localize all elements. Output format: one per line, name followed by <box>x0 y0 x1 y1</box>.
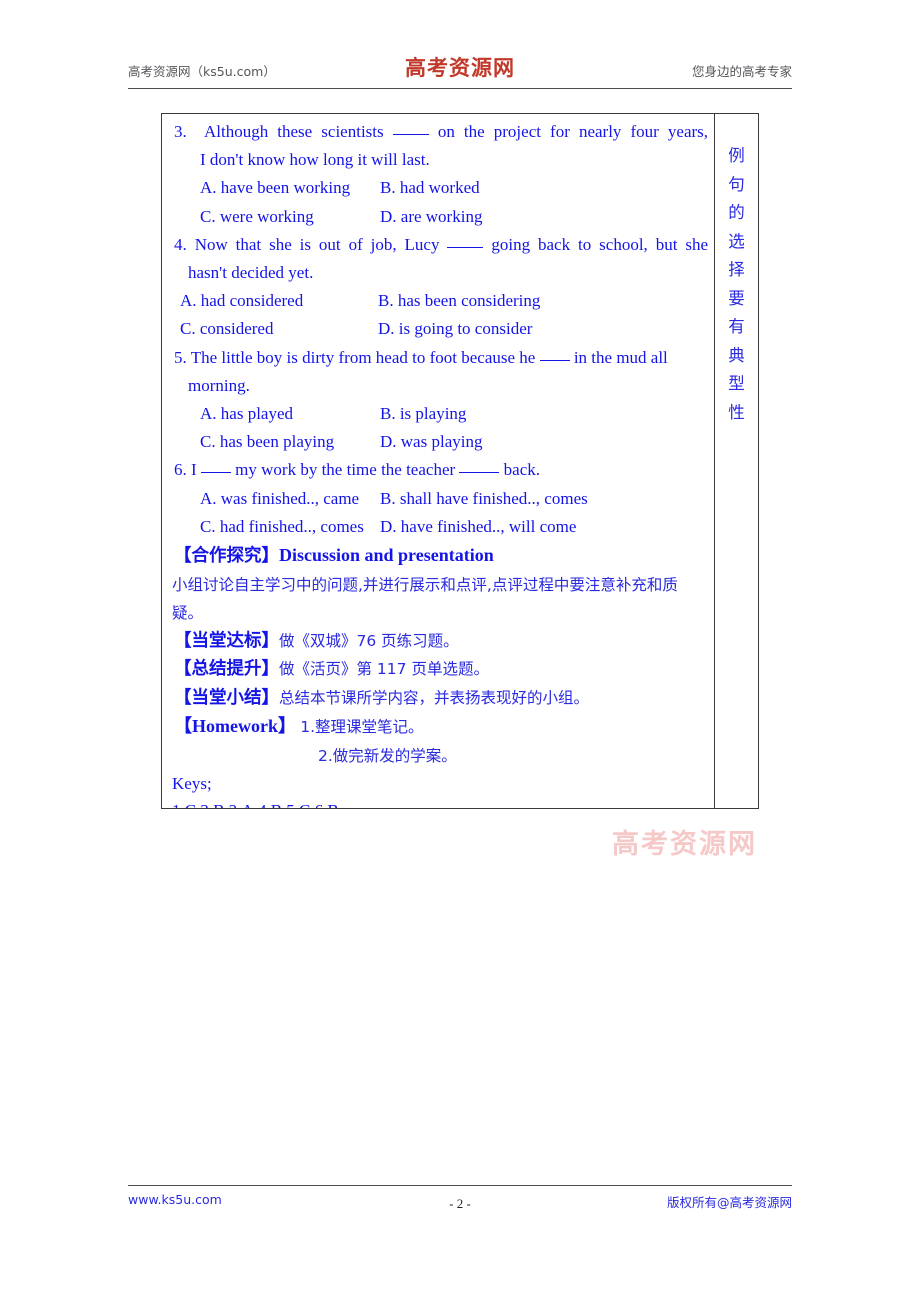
page-watermark: 高考资源网 <box>612 829 757 860</box>
question-3-blank <box>392 134 429 135</box>
question-3-stem-after: on the project for nearly four years, <box>437 122 709 141</box>
question-6-blank-1 <box>200 472 231 474</box>
section-discussion-title: Discussion and presentation <box>279 545 494 566</box>
section-summary-improve-body: 做《活页》第 117 页单选题。 <box>279 660 489 679</box>
question-3-option-c[interactable]: C. were working <box>168 203 380 231</box>
section-practice-tag: 【当堂达标】 <box>174 630 279 651</box>
section-practice: 【当堂达标】做《双城》76 页练习题。 <box>168 627 708 656</box>
section-discussion-tag: 【合作探究】 <box>174 546 279 567</box>
question-4-number: 4. <box>174 234 187 254</box>
section-class-summary-tag: 【当堂小结】 <box>174 687 279 708</box>
section-homework: 【Homework】 1.整理课堂笔记。 <box>168 712 708 742</box>
side-note-char-4: 选 <box>728 231 745 251</box>
worksheet-table: 3. Although these scientists on the proj… <box>161 113 759 809</box>
question-3-stem-before: Although these scientists <box>203 122 384 141</box>
side-note-char-1: 例 <box>728 146 745 165</box>
question-4-options-row-2: C. considered D. is going to consider <box>168 315 708 343</box>
side-note-char-3: 的 <box>728 203 745 222</box>
question-5-option-b[interactable]: B. is playing <box>380 400 466 428</box>
question-4-blank <box>447 246 484 248</box>
question-6-stem-before: I <box>191 460 197 480</box>
question-3: 3. Although these scientists on the proj… <box>168 118 708 231</box>
question-5-stem-before: The little boy is dirty from head to foo… <box>190 347 536 367</box>
question-5: 5. The little boy is dirty from head to … <box>168 344 708 457</box>
question-5-number: 5. <box>174 347 187 367</box>
question-6-number: 6. <box>174 460 187 480</box>
footer-page-number: - 2 - <box>449 1196 471 1211</box>
question-4: 4. Now that she is out of job, Lucy goin… <box>168 231 708 344</box>
question-6-options-row-2: C. had finished.., comes D. have finishe… <box>168 513 708 541</box>
question-6-option-a[interactable]: A. was finished.., came <box>168 485 380 513</box>
question-5-option-d[interactable]: D. was playing <box>380 428 482 456</box>
section-discussion-heading: 【合作探究】Discussion and presentation <box>168 541 708 571</box>
homework-item-1: 1.整理课堂笔记。 <box>300 718 424 737</box>
footer-divider <box>128 1185 792 1186</box>
question-3-stem-line2: I don't know how long it will last. <box>200 150 430 170</box>
question-3-option-d[interactable]: D. are working <box>380 203 482 231</box>
question-6-blank-2 <box>459 472 500 474</box>
question-6-option-b[interactable]: B. shall have finished.., comes <box>380 485 588 513</box>
header-logo: 高考资源网 <box>405 56 515 80</box>
section-summary-improve: 【总结提升】做《活页》第 117 页单选题。 <box>168 655 708 684</box>
question-3-option-a[interactable]: A. have been working <box>168 174 380 202</box>
section-class-summary: 【当堂小结】总结本节课所学内容，并表扬表现好的小组。 <box>168 684 708 713</box>
keys-label: Keys; <box>172 774 212 794</box>
side-note-char-8: 典 <box>728 345 745 365</box>
worksheet-side-note-column: 例 句 的 选 择 要 有 典 型 性 <box>715 114 758 808</box>
question-6: 6. I my work by the time the teacher bac… <box>168 456 708 541</box>
question-5-options-row-2: C. has been playing D. was playing <box>168 428 708 456</box>
question-4-option-a[interactable]: A. had considered <box>168 287 378 315</box>
question-5-blank <box>539 359 570 361</box>
question-4-stem-before: Now that she is out of job, Lucy <box>194 234 440 254</box>
question-3-options-row-2: C. were working D. are working <box>168 203 708 231</box>
question-4-stem-line2: hasn't decided yet. <box>188 263 314 283</box>
side-note-char-9: 型 <box>728 374 745 393</box>
question-5-options-row-1: A. has played B. is playing <box>168 400 708 428</box>
question-6-options-row-1: A. was finished.., came B. shall have fi… <box>168 485 708 513</box>
section-summary-improve-tag: 【总结提升】 <box>174 659 279 680</box>
question-5-stem-after: in the mud all <box>573 347 668 367</box>
question-6-stem-line1: 6. I my work by the time the teacher bac… <box>168 456 708 484</box>
question-4-stem-after: going back to school, but she <box>491 234 709 254</box>
header-site-name: 高考资源网（ks5u.com） <box>128 64 276 79</box>
side-note-char-2: 句 <box>728 174 745 194</box>
question-3-stem-line1: 3. Although these scientists on the proj… <box>168 118 708 146</box>
page-footer: www.ks5u.com - 2 - 版权所有@高考资源网 <box>128 1190 792 1216</box>
question-6-stem-after: back. <box>503 460 540 480</box>
question-4-option-b[interactable]: B. has been considering <box>378 287 540 315</box>
header-slogan: 您身边的高考专家 <box>691 64 792 79</box>
side-note-char-10: 性 <box>728 402 745 422</box>
homework-item-2: 2.做完新发的学案。 <box>318 746 457 765</box>
question-6-stem-mid: my work by the time the teacher <box>235 460 456 480</box>
page-header: 高考资源网（ks5u.com） 高考资源网 您身边的高考专家 <box>128 55 792 95</box>
question-5-stem-line2: morning. <box>188 375 250 395</box>
section-homework-tag: 【Homework】 <box>174 716 296 737</box>
question-4-option-c[interactable]: C. considered <box>168 315 378 343</box>
keys-answers: 1.C.2.B.3.A.4.B.5.C.6.B. <box>168 797 708 808</box>
question-5-option-c[interactable]: C. has been playing <box>168 428 380 456</box>
question-5-stem-line1: 5. The little boy is dirty from head to … <box>168 344 708 372</box>
section-practice-body: 做《双城》76 页练习题。 <box>279 631 459 650</box>
side-note-char-5: 择 <box>728 260 745 279</box>
worksheet-main-column: 3. Although these scientists on the proj… <box>162 114 715 808</box>
question-6-option-c[interactable]: C. had finished.., comes <box>168 513 380 541</box>
section-discussion-body: 小组讨论自主学习中的问题,并进行展示和点评,点评过程中要注意补充和质疑。 <box>172 575 678 622</box>
question-4-option-d[interactable]: D. is going to consider <box>378 315 532 343</box>
question-5-option-a[interactable]: A. has played <box>168 400 380 428</box>
footer-copyright: 版权所有@高考资源网 <box>666 1195 792 1210</box>
question-6-option-d[interactable]: D. have finished.., will come <box>380 513 576 541</box>
side-note-char-7: 有 <box>728 317 745 336</box>
header-divider <box>128 88 792 89</box>
section-class-summary-body: 总结本节课所学内容，并表扬表现好的小组。 <box>279 688 590 707</box>
footer-url[interactable]: www.ks5u.com <box>128 1192 222 1207</box>
question-3-options-row-1: A. have been working B. had worked <box>168 174 708 202</box>
question-3-option-b[interactable]: B. had worked <box>380 174 480 202</box>
question-4-options-row-1: A. had considered B. has been considerin… <box>168 287 708 315</box>
question-3-number: 3. <box>174 122 187 141</box>
side-note-char-6: 要 <box>728 288 745 308</box>
question-4-stem-line1: 4. Now that she is out of job, Lucy goin… <box>168 231 708 259</box>
